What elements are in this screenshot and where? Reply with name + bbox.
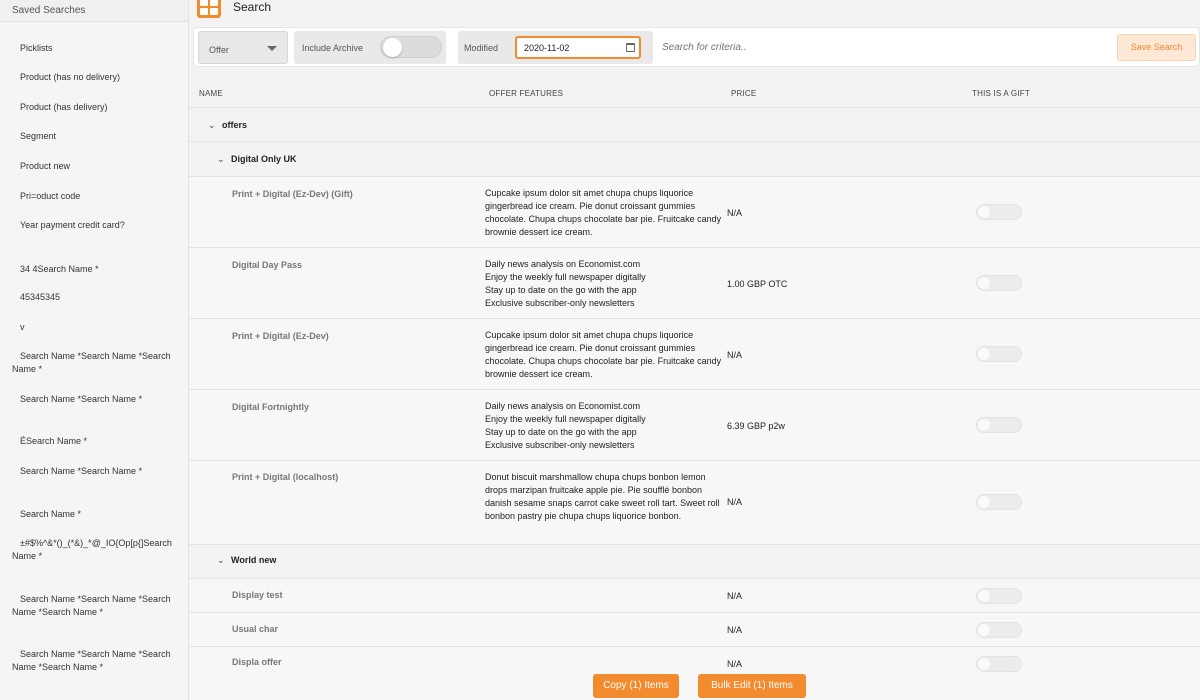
gift-toggle[interactable] <box>976 417 1022 433</box>
sidebar-item[interactable]: Picklists <box>0 42 188 55</box>
table-row[interactable]: Display test N/A <box>189 578 1200 612</box>
offer-price: N/A <box>727 208 743 218</box>
table-row[interactable]: Digital Day Pass Daily news analysis on … <box>189 247 1200 318</box>
offer-name: Display test <box>232 590 283 600</box>
offer-price: N/A <box>727 659 743 669</box>
table-row[interactable]: Usual char N/A <box>189 612 1200 646</box>
sidebar-item[interactable]: 34 4Search Name * <box>0 263 188 276</box>
gift-toggle[interactable] <box>976 588 1022 604</box>
table-header: NAME OFFER FEATURES PRICE THIS IS A GIFT <box>189 80 1200 106</box>
offer-price: N/A <box>727 625 743 635</box>
offer-name: Print + Digital (localhost) <box>232 472 339 482</box>
gift-toggle[interactable] <box>976 656 1022 672</box>
offer-price: 6.39 GBP p2w <box>727 421 785 431</box>
sidebar-item[interactable]: v <box>0 321 188 334</box>
search-input[interactable] <box>662 36 1102 58</box>
column-header-name: NAME <box>199 89 223 98</box>
table-row[interactable]: Digital Fortnightly Daily news analysis … <box>189 389 1200 460</box>
sidebar-item[interactable]: ÉSearch Name * <box>0 435 188 448</box>
offer-name: Digital Day Pass <box>232 260 303 270</box>
include-archive-label: Include Archive <box>302 43 364 53</box>
offer-features: Daily news analysis on Economist.com Enj… <box>485 401 646 450</box>
sidebar-item[interactable]: Year payment credit card? <box>0 219 188 232</box>
table-row[interactable]: Print + Digital (Ez-Dev) (Gift) Cupcake … <box>189 176 1200 247</box>
sidebar-item[interactable]: ±#$%^&*()_(*&)_*@_IO{Op[p{]Search Name * <box>0 537 188 563</box>
sidebar-header: Saved Searches <box>0 0 188 22</box>
offer-price: N/A <box>727 350 743 360</box>
sidebar-item[interactable]: Product new <box>0 160 188 173</box>
column-header-price: PRICE <box>731 89 757 98</box>
modified-group: Modified <box>458 31 653 64</box>
group-row-offers[interactable]: ⌄ offers <box>189 107 1200 141</box>
offer-features: Donut biscuit marshmallow chupa chups bo… <box>485 472 720 521</box>
filter-bar: Offer Include Archive Modified Save Sear… <box>193 27 1200 67</box>
offer-price: N/A <box>727 591 743 601</box>
modified-date-input[interactable] <box>515 36 641 59</box>
chevron-down-icon: ⌄ <box>217 555 225 565</box>
sidebar-item[interactable]: Product (has delivery) <box>0 101 188 114</box>
sidebar-item[interactable]: Search Name *Search Name *Search Name * <box>0 350 188 376</box>
column-header-gift: THIS IS A GIFT <box>972 89 1030 98</box>
offer-features: Daily news analysis on Economist.com Enj… <box>485 259 646 308</box>
sidebar-item[interactable]: Search Name *Search Name *Search Name *S… <box>0 593 188 619</box>
gift-toggle[interactable] <box>976 494 1022 510</box>
offer-features: Cupcake ipsum dolor sit amet chupa chups… <box>485 188 722 237</box>
offer-price: 1.00 GBP OTC <box>727 279 788 289</box>
include-archive-toggle[interactable] <box>380 36 442 58</box>
sidebar-item[interactable]: 45345345 <box>0 291 188 304</box>
saved-searches-sidebar: Saved Searches Picklists Product (has no… <box>0 0 189 700</box>
sidebar-item[interactable]: Search Name * <box>0 508 188 521</box>
column-header-features: OFFER FEATURES <box>489 89 564 98</box>
gift-toggle[interactable] <box>976 346 1022 362</box>
gift-toggle[interactable] <box>976 204 1022 220</box>
gift-toggle[interactable] <box>976 622 1022 638</box>
group-label: World new <box>231 555 277 565</box>
grid-icon <box>197 0 221 18</box>
gift-toggle[interactable] <box>976 275 1022 291</box>
sidebar-item[interactable]: Search Name *Search Name * <box>0 393 188 406</box>
offer-name: Displa offer <box>232 657 282 667</box>
table-row[interactable]: Print + Digital (Ez-Dev) Cupcake ipsum d… <box>189 318 1200 389</box>
caret-down-icon <box>267 46 277 51</box>
offer-name: Digital Fortnightly <box>232 402 309 412</box>
include-archive-group: Include Archive <box>294 31 446 64</box>
type-select[interactable]: Offer <box>198 31 288 64</box>
group-label: Digital Only UK <box>231 154 297 164</box>
chevron-down-icon: ⌄ <box>217 154 225 164</box>
sidebar-item[interactable]: Search Name *Search Name *Search Name *S… <box>0 648 188 674</box>
offer-price: N/A <box>727 497 743 507</box>
copy-items-button[interactable]: Copy (1) Items <box>593 674 679 698</box>
table-row[interactable]: Print + Digital (localhost) Donut biscui… <box>189 460 1200 544</box>
calendar-icon[interactable] <box>626 43 635 52</box>
group-label: offers <box>222 120 248 130</box>
sidebar-item[interactable]: Product (has no delivery) <box>0 71 188 84</box>
offer-features: Cupcake ipsum dolor sit amet chupa chups… <box>485 330 722 379</box>
offer-name: Print + Digital (Ez-Dev) <box>232 331 329 341</box>
group-row-digital-only-uk[interactable]: ⌄ Digital Only UK <box>189 141 1200 175</box>
sidebar-item[interactable]: Search Name *Search Name * <box>0 465 188 478</box>
sidebar-item[interactable]: Pri=oduct code <box>0 190 188 203</box>
offer-name: Usual char <box>232 624 279 634</box>
group-row-world-new[interactable]: ⌄ World new <box>189 544 1200 578</box>
sidebar-item[interactable]: Segment <box>0 130 188 143</box>
offer-name: Print + Digital (Ez-Dev) (Gift) <box>232 189 353 199</box>
save-search-button[interactable]: Save Search <box>1117 34 1196 61</box>
table-row[interactable]: Displa offer N/A <box>189 646 1200 700</box>
modified-label: Modified <box>464 43 499 53</box>
topbar: Search <box>189 0 1200 22</box>
chevron-down-icon: ⌄ <box>208 120 216 130</box>
type-select-value: Offer <box>209 45 229 55</box>
bulk-edit-button[interactable]: Bulk Edit (1) Items <box>698 674 806 698</box>
page-title: Search <box>233 0 272 14</box>
main-panel: Search Offer Include Archive Modified Sa… <box>189 0 1200 700</box>
